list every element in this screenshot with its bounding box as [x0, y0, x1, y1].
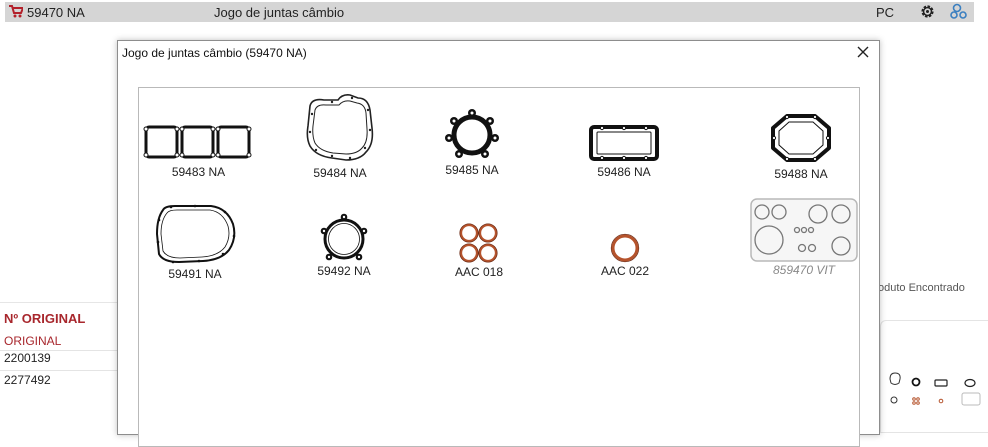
gear-icon[interactable] — [920, 4, 935, 22]
related-parts-panel — [880, 320, 988, 433]
part-item[interactable]: 59491 NA — [153, 204, 237, 281]
thumbnail-gaskets-icon — [889, 372, 981, 406]
close-icon[interactable] — [855, 44, 871, 60]
part-item[interactable]: AAC 018 — [444, 222, 514, 279]
parts-diagram: 59483 NA 59484 NA 59485 NA 59486 NA 5948… — [138, 87, 860, 447]
part-item[interactable]: AAC 022 — [589, 232, 661, 278]
network-icon[interactable] — [950, 3, 968, 23]
part-code: 59484 NA — [313, 166, 367, 180]
original-title: Nº ORIGINAL — [4, 311, 86, 326]
part-code: 59492 NA — [317, 264, 371, 278]
part-code: 59488 NA — [774, 167, 828, 181]
part-item[interactable]: 59488 NA — [760, 112, 842, 181]
housing-gasket-icon — [306, 94, 374, 161]
part-code: 59486 NA — [597, 165, 651, 179]
table-row: 2277492 — [0, 370, 118, 392]
part-item[interactable]: 59486 NA — [579, 124, 669, 179]
table-row: 2200139 — [0, 350, 118, 368]
part-code: 859470 VIT — [772, 263, 836, 277]
original-column-header: ORIGINAL — [4, 334, 62, 348]
part-code: AAC 018 — [454, 265, 504, 279]
large-cover-gasket-icon — [155, 204, 236, 264]
o-ring-icon — [610, 233, 640, 263]
octagon-gasket-icon — [771, 114, 831, 162]
product-code: 59470 NA — [27, 5, 85, 20]
part-code: 59483 NA — [171, 165, 226, 179]
triple-square-gasket-icon — [143, 125, 252, 159]
product-row[interactable]: 59470 NA Jogo de juntas câmbio PC — [5, 2, 974, 22]
round-lug-gasket-icon — [445, 109, 499, 158]
original-code: 2277492 — [4, 373, 51, 387]
part-item[interactable]: 859470 VIT — [749, 198, 859, 277]
dialog-title: Jogo de juntas câmbio (59470 NA) — [122, 46, 307, 60]
rectangular-gasket-icon — [589, 125, 659, 161]
part-item[interactable]: 59492 NA — [309, 212, 379, 278]
part-item[interactable]: 59485 NA — [436, 108, 508, 177]
divider — [0, 302, 118, 303]
gasket-kit-icon — [750, 198, 858, 262]
original-code: 2200139 — [4, 351, 51, 365]
product-unit: PC — [876, 5, 895, 20]
cart-icon[interactable] — [9, 5, 25, 21]
found-text: oduto Encontrado — [878, 282, 965, 294]
o-ring-set-icon — [459, 223, 498, 263]
part-code: AAC 022 — [600, 264, 650, 278]
part-code: 59491 NA — [168, 267, 222, 281]
part-item[interactable]: 59483 NA — [142, 124, 255, 179]
ring-lug-gasket-icon — [320, 213, 368, 261]
product-description: Jogo de juntas câmbio — [214, 5, 345, 20]
part-item[interactable]: 59484 NA — [297, 92, 383, 180]
parts-dialog: Jogo de juntas câmbio (59470 NA) 59483 N… — [117, 40, 880, 447]
part-code: 59485 NA — [445, 163, 499, 177]
